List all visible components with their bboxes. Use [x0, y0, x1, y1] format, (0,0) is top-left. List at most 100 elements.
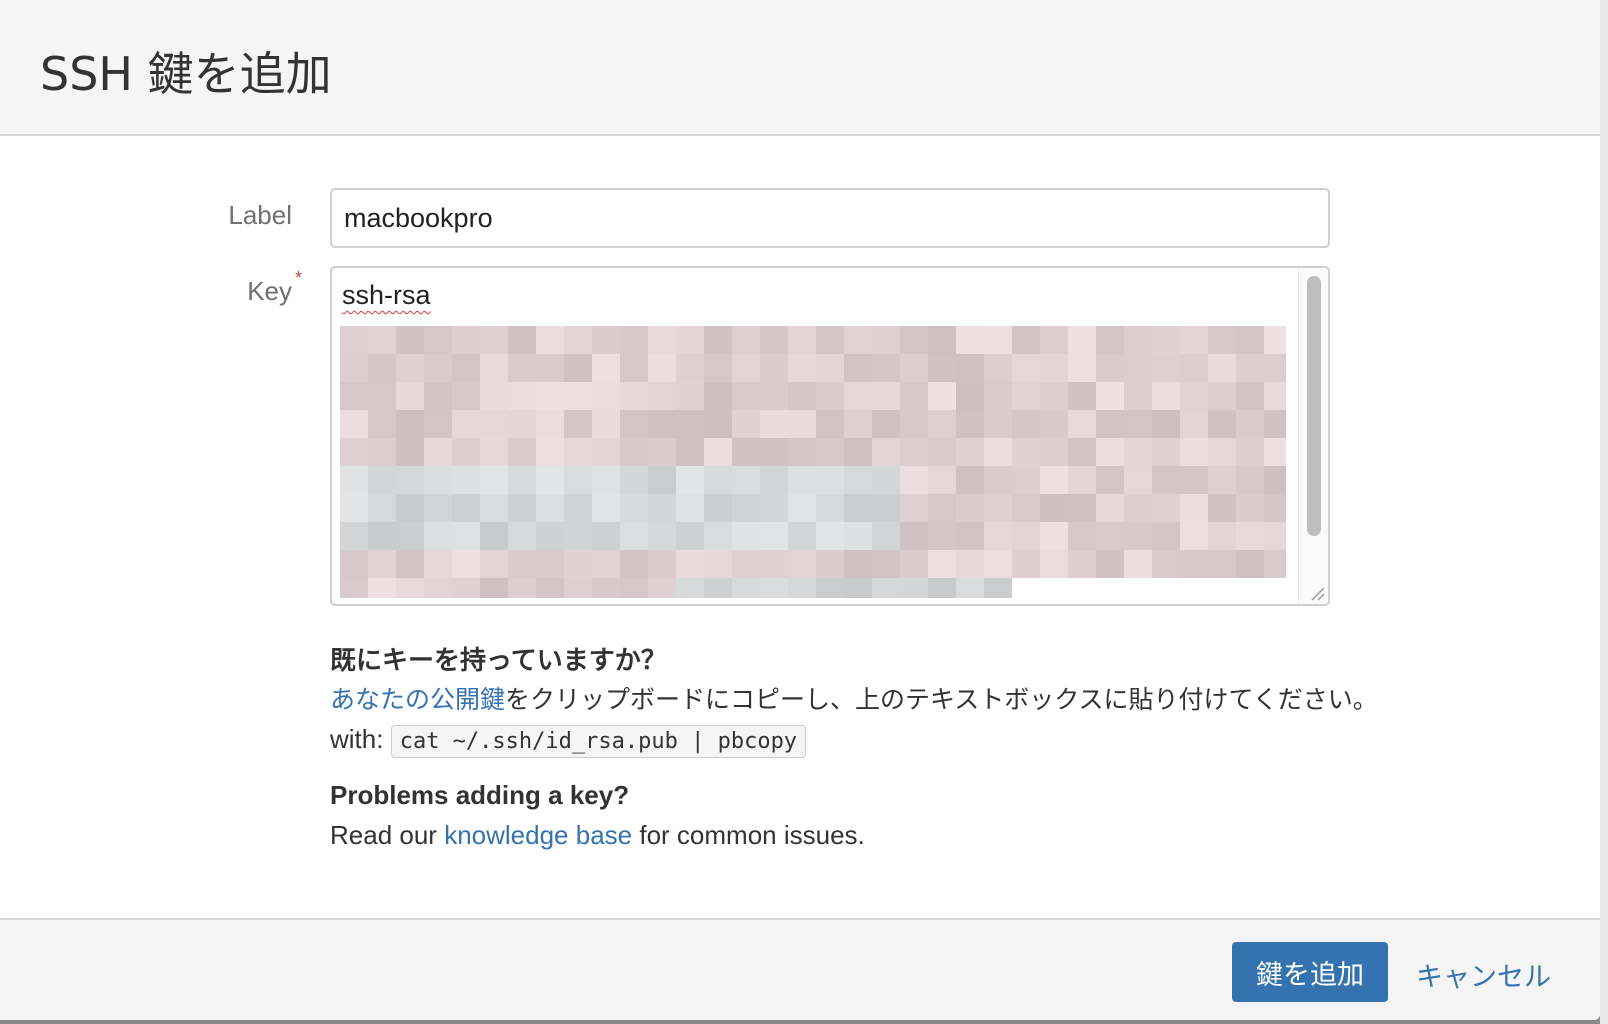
redaction-tile	[424, 382, 452, 410]
redaction-tile	[452, 382, 480, 410]
redaction-tile	[620, 550, 648, 578]
redaction-tile	[1180, 382, 1208, 410]
scrollbar-thumb[interactable]	[1307, 276, 1321, 536]
redaction-tile	[396, 326, 424, 354]
redaction-tile	[928, 438, 956, 466]
redaction-tile	[1096, 494, 1124, 522]
key-textarea[interactable]: ssh-rsa	[330, 266, 1330, 606]
redaction-tile	[984, 494, 1012, 522]
redaction-tile	[732, 522, 760, 550]
redaction-tile	[984, 466, 1012, 494]
redaction-tile	[816, 326, 844, 354]
add-key-button[interactable]: 鍵を追加	[1232, 942, 1388, 1002]
redaction-tile	[396, 410, 424, 438]
redaction-tile	[1180, 438, 1208, 466]
key-field-label-text: Key	[247, 276, 292, 306]
redaction-tile	[1012, 354, 1040, 382]
redaction-tile	[564, 550, 592, 578]
redaction-tile	[816, 494, 844, 522]
redaction-tile	[508, 410, 536, 438]
redaction-tile	[340, 438, 368, 466]
redaction-tile	[872, 494, 900, 522]
redaction-tile	[788, 494, 816, 522]
command-line: with: cat ~/.ssh/id_rsa.pub | pbcopy	[330, 724, 807, 758]
redaction-tile	[452, 326, 480, 354]
resize-grip-icon[interactable]	[1304, 580, 1326, 602]
redaction-tile	[788, 326, 816, 354]
redaction-tile	[1208, 354, 1236, 382]
redaction-tile	[676, 578, 704, 598]
label-field-label: Label	[228, 200, 292, 231]
redaction-tile	[564, 382, 592, 410]
redaction-tile	[396, 354, 424, 382]
redaction-tile	[816, 410, 844, 438]
redaction-tile	[620, 354, 648, 382]
redaction-tile	[452, 354, 480, 382]
copy-instruction-text: をクリップボードにコピーし、上のテキストボックスに貼り付けてください。	[505, 685, 1378, 714]
redaction-tile	[424, 438, 452, 466]
redaction-tile	[592, 382, 620, 410]
redaction-tile	[396, 494, 424, 522]
redaction-tile	[1040, 354, 1068, 382]
redaction-tile	[816, 550, 844, 578]
redaction-tile	[704, 578, 732, 598]
redaction-tile	[536, 438, 564, 466]
redaction-tile	[956, 494, 984, 522]
redaction-tile	[648, 354, 676, 382]
redaction-tile	[816, 382, 844, 410]
key-field-label: Key *	[247, 268, 302, 307]
redaction-tile	[508, 578, 536, 598]
knowledge-base-link[interactable]: knowledge base	[444, 820, 632, 850]
redaction-tile	[452, 410, 480, 438]
redaction-tile	[648, 326, 676, 354]
redaction-tile	[592, 522, 620, 550]
redaction-tile	[340, 578, 368, 598]
redaction-tile	[1068, 438, 1096, 466]
redaction-tile	[620, 438, 648, 466]
redaction-tile	[872, 438, 900, 466]
redaction-tile	[1012, 382, 1040, 410]
redaction-tile	[844, 354, 872, 382]
redaction-tile	[340, 522, 368, 550]
redaction-tile	[676, 354, 704, 382]
redaction-tile	[1068, 494, 1096, 522]
redaction-tile	[956, 522, 984, 550]
redaction-tile	[984, 578, 1012, 598]
redaction-tile	[648, 494, 676, 522]
redaction-tile	[368, 382, 396, 410]
redaction-tile	[900, 326, 928, 354]
redaction-tile	[760, 410, 788, 438]
redaction-tile	[396, 382, 424, 410]
redaction-tile	[732, 466, 760, 494]
redaction-tile	[1236, 494, 1264, 522]
redaction-tile	[900, 354, 928, 382]
redaction-tile	[592, 494, 620, 522]
redaction-tile	[1012, 410, 1040, 438]
redaction-tile	[480, 522, 508, 550]
textarea-scrollbar[interactable]	[1298, 268, 1328, 604]
redaction-tile	[1236, 438, 1264, 466]
redaction-tile	[844, 494, 872, 522]
public-key-link[interactable]: あなたの公開鍵	[330, 685, 505, 714]
redaction-tile	[1236, 410, 1264, 438]
redaction-tile	[564, 494, 592, 522]
redaction-tile	[564, 354, 592, 382]
redaction-tile	[1012, 522, 1040, 550]
redaction-tile	[1264, 438, 1286, 466]
redaction-tile	[760, 578, 788, 598]
redaction-tile	[788, 550, 816, 578]
redaction-tile	[1068, 410, 1096, 438]
label-input[interactable]	[330, 188, 1330, 248]
redaction-tile	[1152, 354, 1180, 382]
redaction-tile	[1068, 550, 1096, 578]
redaction-tile	[396, 578, 424, 598]
redaction-tile	[508, 550, 536, 578]
redaction-tile	[816, 438, 844, 466]
redaction-tile	[340, 326, 368, 354]
redaction-tile	[1012, 326, 1040, 354]
cancel-link[interactable]: キャンセル	[1416, 955, 1551, 994]
redaction-tile	[648, 438, 676, 466]
redaction-tile	[900, 550, 928, 578]
redaction-tile	[340, 382, 368, 410]
redaction-tile	[1068, 522, 1096, 550]
